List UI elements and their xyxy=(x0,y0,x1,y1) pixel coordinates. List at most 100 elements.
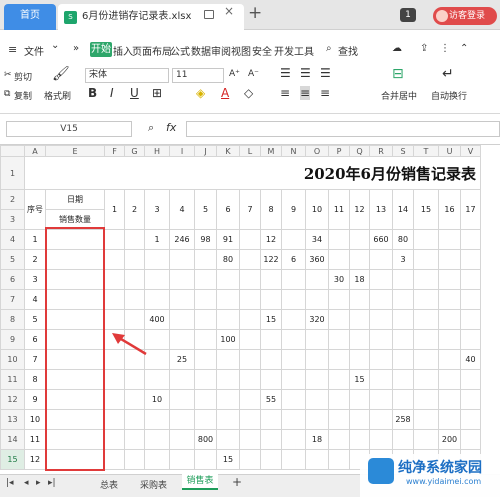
data-cell[interactable] xyxy=(305,409,329,430)
column-header[interactable]: K xyxy=(216,145,240,157)
data-cell[interactable] xyxy=(392,289,414,310)
data-cell[interactable]: 25 xyxy=(169,349,195,370)
data-cell[interactable] xyxy=(260,369,282,390)
auto-wrap-button[interactable]: 自动换行 xyxy=(431,89,467,102)
data-cell[interactable]: 3 xyxy=(392,249,414,270)
seq-cell[interactable]: 3 xyxy=(24,269,46,290)
underline-button[interactable]: U xyxy=(130,86,139,100)
sheet-nav-prev-icon[interactable]: ◂ xyxy=(24,478,29,488)
menu-review[interactable]: 审阅 xyxy=(211,43,231,58)
data-cell[interactable] xyxy=(281,269,306,290)
data-cell[interactable] xyxy=(349,389,370,410)
menu-page-layout[interactable]: 页面布局 xyxy=(132,43,172,58)
data-cell[interactable] xyxy=(460,329,481,350)
data-cell[interactable] xyxy=(239,269,261,290)
menu-more-icon[interactable]: » xyxy=(73,43,79,54)
font-size-select[interactable]: 11 xyxy=(172,68,224,83)
data-cell[interactable] xyxy=(281,309,306,330)
data-cell[interactable] xyxy=(305,349,329,370)
data-cell[interactable] xyxy=(349,429,370,450)
data-cell[interactable] xyxy=(169,249,195,270)
data-cell[interactable] xyxy=(438,289,461,310)
data-cell[interactable] xyxy=(216,309,240,330)
data-cell[interactable] xyxy=(216,349,240,370)
font-grow-button[interactable]: A⁺ xyxy=(229,69,240,79)
data-cell[interactable]: 15 xyxy=(260,309,282,330)
share-icon[interactable]: ⇪ xyxy=(420,43,428,54)
column-header[interactable]: P xyxy=(328,145,350,157)
column-header[interactable]: M xyxy=(260,145,282,157)
menu-file[interactable]: 文件 xyxy=(24,43,44,58)
sheet-tab-sales[interactable]: 销售表 xyxy=(182,474,218,490)
data-cell[interactable] xyxy=(169,429,195,450)
data-cell[interactable] xyxy=(124,309,145,330)
menu-formula[interactable]: 公式 xyxy=(170,43,190,58)
row-header[interactable]: 3 xyxy=(0,209,25,230)
data-cell[interactable] xyxy=(144,429,170,450)
data-cell[interactable] xyxy=(144,409,170,430)
column-header[interactable]: A xyxy=(24,145,46,157)
data-cell[interactable] xyxy=(104,289,125,310)
home-tab[interactable]: 首页 xyxy=(4,4,56,30)
data-cell[interactable] xyxy=(124,389,145,410)
data-cell[interactable] xyxy=(460,389,481,410)
data-cell[interactable] xyxy=(369,329,393,350)
seq-cell[interactable]: 2 xyxy=(24,249,46,270)
column-header[interactable]: F xyxy=(104,145,125,157)
cut-button[interactable]: 剪切 xyxy=(14,70,32,83)
seq-cell[interactable]: 4 xyxy=(24,289,46,310)
fill-color-icon[interactable]: ◈ xyxy=(196,86,205,100)
data-cell[interactable] xyxy=(239,229,261,250)
seq-cell[interactable]: 1 xyxy=(24,229,46,250)
data-cell[interactable] xyxy=(144,289,170,310)
format-painter-icon[interactable]: 🖌 xyxy=(52,66,70,82)
data-cell[interactable] xyxy=(438,249,461,270)
bold-button[interactable]: B xyxy=(88,86,97,100)
column-header[interactable]: V xyxy=(460,145,481,157)
data-cell[interactable] xyxy=(392,369,414,390)
seq-cell[interactable]: 8 xyxy=(24,369,46,390)
data-cell[interactable]: 80 xyxy=(392,229,414,250)
data-cell[interactable] xyxy=(216,269,240,290)
data-cell[interactable]: 80 xyxy=(216,249,240,270)
data-cell[interactable] xyxy=(216,429,240,450)
header-day[interactable]: 4 xyxy=(169,189,195,230)
row-header[interactable]: 9 xyxy=(0,329,25,350)
data-cell[interactable] xyxy=(124,409,145,430)
data-cell[interactable] xyxy=(239,249,261,270)
data-cell[interactable] xyxy=(413,229,439,250)
data-cell[interactable] xyxy=(194,329,217,350)
row-header[interactable]: 13 xyxy=(0,409,25,430)
data-cell[interactable] xyxy=(104,429,125,450)
data-cell[interactable] xyxy=(194,369,217,390)
header-seq[interactable]: 序号 xyxy=(24,189,46,230)
data-cell[interactable] xyxy=(260,269,282,290)
merge-center-button[interactable]: 合并居中 xyxy=(381,89,417,102)
header-day[interactable]: 10 xyxy=(305,189,329,230)
data-cell[interactable] xyxy=(392,269,414,290)
add-sheet-button[interactable]: + xyxy=(232,475,242,489)
data-cell[interactable]: 30 xyxy=(328,269,350,290)
data-cell[interactable] xyxy=(438,309,461,330)
header-day[interactable]: 8 xyxy=(260,189,282,230)
data-cell[interactable] xyxy=(216,369,240,390)
data-cell[interactable] xyxy=(194,309,217,330)
data-cell[interactable]: 800 xyxy=(194,429,217,450)
data-cell[interactable] xyxy=(438,389,461,410)
row-header[interactable]: 7 xyxy=(0,289,25,310)
data-cell[interactable] xyxy=(413,269,439,290)
data-cell[interactable] xyxy=(305,289,329,310)
close-tab-icon[interactable]: × xyxy=(224,4,234,18)
header-day[interactable]: 12 xyxy=(349,189,370,230)
column-header[interactable]: O xyxy=(305,145,329,157)
data-cell[interactable] xyxy=(392,329,414,350)
visitor-login-button[interactable]: 访客登录 xyxy=(433,7,497,25)
header-day[interactable]: 11 xyxy=(328,189,350,230)
border-icon[interactable]: ⊞ xyxy=(152,86,162,100)
data-cell[interactable] xyxy=(460,289,481,310)
data-cell[interactable] xyxy=(169,389,195,410)
header-day[interactable]: 5 xyxy=(194,189,217,230)
data-cell[interactable] xyxy=(281,389,306,410)
data-cell[interactable] xyxy=(169,409,195,430)
row-header[interactable]: 1 xyxy=(0,156,25,190)
